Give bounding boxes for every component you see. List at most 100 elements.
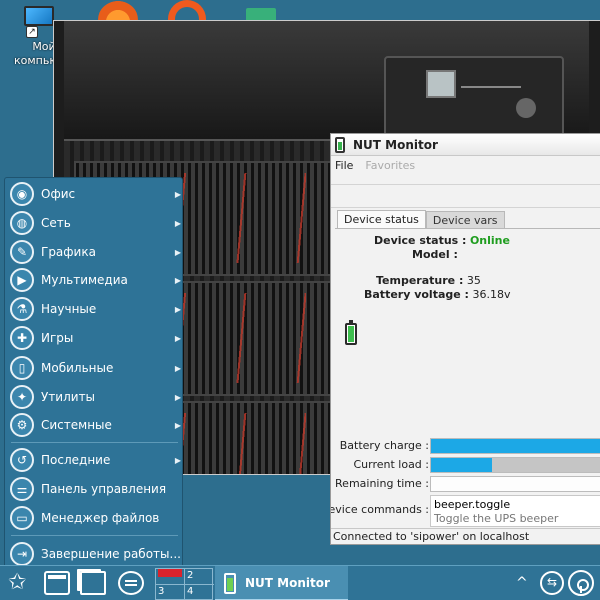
current-load-bar (430, 457, 600, 473)
submenu-arrow-icon: ▶ (174, 247, 181, 257)
tab-device-status[interactable]: Device status (337, 210, 426, 228)
battery-app-icon (335, 136, 345, 153)
remaining-time-row: Remaining time : (335, 475, 600, 493)
menubar: File Favorites (331, 156, 600, 174)
current-load-label: Current load : (353, 458, 429, 471)
temperature-row: Temperature : 35 (376, 274, 481, 287)
menu-item-mobile[interactable]: ▯ Мобильные ▶ (5, 354, 184, 382)
menu-item-label: Последние (41, 453, 111, 467)
folder-icon: ▭ (10, 506, 34, 530)
tab-bar: Device status Device vars (337, 210, 505, 229)
network-globe-icon: ◍ (10, 211, 34, 235)
device-status-row: Device status : Online (374, 234, 510, 247)
battery-icon (224, 573, 236, 594)
office-icon: ◉ (10, 182, 34, 206)
start-menu: ◉ Офис ▶ ◍ Сеть ▶ ✎ Графика ▶ ▶ Мультимедиа ▶ ⚗ Научн… (4, 177, 183, 568)
device-status-value: Online (469, 234, 510, 247)
app-menu-icon[interactable] (118, 571, 144, 595)
menu-item-file-manager[interactable]: ▭ Менеджер файлов (5, 504, 184, 532)
file-manager-launcher-icon[interactable] (44, 571, 70, 595)
window-title: NUT Monitor (353, 137, 438, 152)
menu-item-recent[interactable]: ↺ Последние ▶ (5, 446, 184, 474)
model-row: Model : (412, 248, 458, 261)
submenu-arrow-icon: ▶ (174, 392, 181, 402)
desktop-3[interactable]: 3 (156, 585, 185, 600)
menu-item-network[interactable]: ◍ Сеть ▶ (5, 209, 184, 237)
brush-icon: ✎ (10, 240, 34, 264)
toolbar (331, 184, 600, 208)
model-label: Model : (412, 248, 458, 261)
menu-item-office[interactable]: ◉ Офис ▶ (5, 180, 184, 208)
menu-item-label: Утилиты (41, 390, 96, 404)
gamepad-icon: ✚ (10, 326, 34, 350)
menu-item-label: Графика (41, 245, 96, 259)
tab-device-vars[interactable]: Device vars (425, 211, 505, 229)
menu-item-label: Офис (41, 187, 76, 201)
battery-charge-fill (431, 439, 600, 453)
menu-item-label: Завершение работы... (41, 547, 181, 561)
menu-item-label: Сеть (41, 216, 71, 230)
menu-item-graphics[interactable]: ✎ Графика ▶ (5, 238, 184, 266)
show-windows-icon[interactable] (80, 571, 106, 595)
device-status-label: Device status : (374, 234, 467, 247)
menu-favorites[interactable]: Favorites (365, 159, 415, 172)
gear-icon: ⚙ (10, 413, 34, 437)
temperature-label: Temperature : (376, 274, 464, 287)
taskbar-nut-monitor-button[interactable]: NUT Monitor (215, 566, 348, 600)
statusbar: Connected to 'sipower' on localhost (331, 528, 600, 544)
menu-item-multimedia[interactable]: ▶ Мультимедиа ▶ (5, 266, 184, 294)
nut-monitor-window[interactable]: NUT Monitor File Favorites Device status… (330, 133, 600, 545)
submenu-arrow-icon: ▶ (174, 333, 181, 343)
selected-command[interactable]: beeper.toggle (434, 498, 600, 512)
desktop-2[interactable]: 2 (185, 569, 214, 585)
menu-separator (11, 535, 178, 536)
submenu-arrow-icon: ▶ (174, 455, 181, 465)
wireless-icon[interactable] (568, 570, 594, 596)
menu-separator (11, 442, 178, 443)
window-titlebar[interactable]: NUT Monitor (331, 134, 600, 156)
menu-item-label: Системные (41, 418, 112, 432)
submenu-arrow-icon: ▶ (174, 304, 181, 314)
desktop-1[interactable] (156, 569, 185, 585)
exit-icon: ⇥ (10, 542, 34, 566)
device-status-panel: Device status : Online Model : Temperatu… (331, 228, 600, 528)
menu-item-system[interactable]: ⚙ Системные ▶ (5, 411, 184, 439)
temperature-value: 35 (466, 274, 481, 287)
wrench-icon: ✦ (10, 385, 34, 409)
menu-item-science[interactable]: ⚗ Научные ▶ (5, 295, 184, 323)
desktop-pager[interactable]: 2 3 4 (155, 568, 214, 600)
calculator-icon[interactable] (246, 8, 276, 20)
device-commands-label: Device commands : (330, 503, 429, 516)
sliders-icon: ⚌ (10, 477, 34, 501)
history-icon: ↺ (10, 448, 34, 472)
menu-item-logout[interactable]: ⇥ Завершение работы... (5, 540, 184, 568)
firefox-icon[interactable] (98, 0, 138, 22)
menu-file[interactable]: File (335, 159, 353, 172)
flask-icon: ⚗ (10, 297, 34, 321)
taskbar-task-label: NUT Monitor (245, 576, 330, 590)
menu-item-label: Научные (41, 302, 97, 316)
tray-expand-icon[interactable]: ^ (516, 575, 528, 591)
menu-item-label: Панель управления (41, 482, 167, 496)
network-icon[interactable]: ⇆ (540, 571, 564, 595)
desktop-4[interactable]: 4 (185, 585, 214, 600)
battery-charge-row: Battery charge : (335, 437, 600, 455)
menu-item-utilities[interactable]: ✦ Утилиты ▶ (5, 383, 184, 411)
battery-voltage-row: Battery voltage : 36.18v (364, 288, 510, 301)
remaining-time-bar (430, 476, 600, 492)
submenu-arrow-icon: ▶ (174, 363, 181, 373)
menu-item-control-panel[interactable]: ⚌ Панель управления (5, 475, 184, 503)
battery-status-icon (345, 320, 357, 345)
current-load-row: Current load : (335, 456, 600, 474)
menu-item-label: Игры (41, 331, 74, 345)
menu-item-label: Мультимедиа (41, 273, 128, 287)
menu-item-label: Мобильные (41, 361, 114, 375)
start-star-icon[interactable]: ✩ (8, 572, 32, 596)
battery-voltage-label: Battery voltage : (364, 288, 469, 301)
remaining-time-label: Remaining time : (335, 477, 429, 490)
lifebuoy-icon[interactable] (168, 0, 206, 20)
device-commands-combobox[interactable]: beeper.toggle Toggle the UPS beeper (430, 495, 600, 527)
menu-item-games[interactable]: ✚ Игры ▶ (5, 324, 184, 352)
submenu-arrow-icon: ▶ (174, 275, 181, 285)
battery-charge-label: Battery charge : (339, 439, 429, 452)
